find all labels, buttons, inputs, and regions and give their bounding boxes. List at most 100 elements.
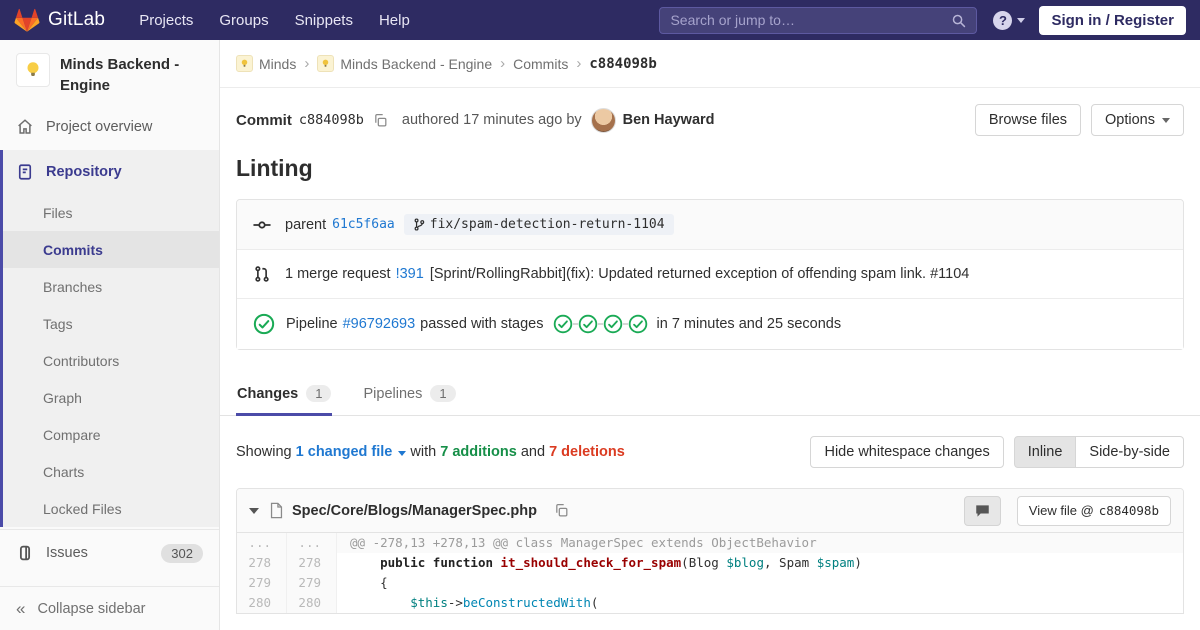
browse-files-button[interactable]: Browse files (974, 104, 1082, 136)
sidebar-item-project-overview[interactable]: Project overview (0, 106, 219, 147)
sidebar-section-repository: Repository Files Commits Branches Tags Contr… (0, 150, 219, 527)
sidebar-item-commits[interactable]: Commits (3, 231, 219, 268)
breadcrumb-item-commits[interactable]: Commits (513, 56, 568, 72)
view-file-button[interactable]: View file @ c884098b (1016, 495, 1171, 526)
old-line-number[interactable]: 279 (237, 573, 287, 593)
merge-request-row: 1 merge request !391 [Sprint/RollingRabb… (237, 249, 1183, 298)
new-line-number[interactable]: ... (287, 533, 337, 553)
help-menu[interactable]: ? (993, 10, 1026, 30)
options-button[interactable]: Options (1091, 104, 1184, 136)
tab-label: Changes (237, 385, 299, 402)
sidebar-item-graph[interactable]: Graph (3, 379, 219, 416)
sidebar-item-contributors[interactable]: Contributors (3, 342, 219, 379)
issues-count-badge: 302 (161, 543, 203, 563)
code-line: public function it_should_check_for_spam… (380, 555, 862, 570)
tab-label: Pipelines (363, 385, 423, 402)
mini-pipeline (553, 314, 648, 334)
pipeline-stage-icon[interactable] (578, 314, 598, 334)
parent-row: parent 61c5f6aa fix/spam-detection-retur… (237, 200, 1183, 249)
project-avatar-icon (317, 55, 335, 72)
help-icon: ? (993, 10, 1013, 30)
mr-title: [Sprint/RollingRabbit](fix): Updated ret… (429, 266, 970, 282)
gitlab-logo[interactable]: GitLab (14, 8, 105, 33)
file-path-link[interactable]: Spec/Core/Blogs/ManagerSpec.php (292, 503, 537, 519)
nav-link-help[interactable]: Help (367, 5, 422, 36)
breadcrumb-item-minds[interactable]: Minds (236, 55, 296, 72)
top-navbar: GitLab ProjectsGroupsSnippetsHelp ? Sign… (0, 0, 1200, 40)
additions-count: 7 additions (440, 444, 517, 460)
collapse-diff-icon[interactable] (249, 507, 259, 514)
search-icon[interactable] (951, 13, 966, 28)
old-line-number[interactable]: 280 (237, 593, 287, 613)
parent-sha-link[interactable]: 61c5f6aa (332, 217, 395, 232)
tab-pipelines[interactable]: Pipelines 1 (362, 373, 456, 416)
hide-whitespace-button[interactable]: Hide whitespace changes (810, 436, 1004, 468)
inline-view-button[interactable]: Inline (1013, 436, 1077, 468)
search-box[interactable] (659, 6, 978, 34)
sidebar-item-files[interactable]: Files (3, 194, 219, 231)
nav-link-projects[interactable]: Projects (127, 5, 205, 36)
branch-name: fix/spam-detection-return-1104 (429, 217, 665, 232)
repository-subitems: Files Commits Branches Tags Contributors Grap… (3, 194, 219, 527)
copy-icon (375, 113, 387, 126)
nav-link-groups[interactable]: Groups (207, 5, 280, 36)
old-line-number[interactable]: ... (237, 533, 287, 553)
breadcrumb-separator-icon: › (304, 55, 310, 72)
sidebar-item-issues[interactable]: Issues 302 (0, 529, 219, 576)
sidebar-item-compare[interactable]: Compare (3, 416, 219, 453)
changed-files-dropdown[interactable]: 1 changed file (296, 444, 407, 460)
branch-badge[interactable]: fix/spam-detection-return-1104 (403, 214, 674, 235)
breadcrumb-current: c884098b (589, 55, 657, 72)
project-avatar (16, 53, 50, 87)
old-line-number[interactable]: 278 (237, 553, 287, 573)
and-label: and (520, 444, 546, 460)
commit-title: Linting (236, 155, 313, 181)
mr-link[interactable]: !391 (396, 266, 424, 282)
new-line-number[interactable]: 278 (287, 553, 337, 573)
tab-changes[interactable]: Changes 1 (236, 373, 333, 416)
project-context-header[interactable]: Minds Backend - Engine (0, 40, 219, 106)
project-avatar-icon (236, 55, 253, 72)
diff-hunk-row: ...... @@ -278,13 +278,13 @@ class Manage… (237, 533, 1183, 553)
collapse-sidebar-button[interactable]: « Collapse sidebar (0, 586, 219, 630)
breadcrumb-label: Minds Backend - Engine (340, 55, 493, 72)
sidebar-item-repository[interactable]: Repository (3, 150, 219, 194)
chevron-down-icon (1017, 17, 1026, 23)
author-avatar[interactable] (590, 107, 616, 133)
view-file-label: View file @ (1028, 503, 1094, 518)
sign-in-button[interactable]: Sign in / Register (1039, 5, 1186, 35)
search-input[interactable] (670, 12, 952, 28)
commit-header: Commit c884098b authored 17 minutes ago … (220, 88, 1200, 140)
pipeline-link[interactable]: #96792693 (343, 316, 416, 332)
author-name[interactable]: Ben Hayward (623, 112, 715, 128)
breadcrumb-separator-icon: › (576, 55, 582, 72)
merge-request-icon (253, 264, 273, 284)
pipeline-label: Pipeline (286, 316, 338, 332)
document-icon (18, 164, 32, 180)
pipeline-stage-icon[interactable] (553, 314, 573, 334)
new-line-number[interactable]: 280 (287, 593, 337, 613)
sidebar-item-locked-files[interactable]: Locked Files (3, 490, 219, 527)
side-by-side-view-button[interactable]: Side-by-side (1076, 436, 1184, 468)
pipeline-stage-icon[interactable] (603, 314, 623, 334)
copy-sha-button[interactable] (364, 113, 388, 128)
commit-tabs: Changes 1 Pipelines 1 (220, 373, 1200, 416)
options-label: Options (1105, 112, 1155, 128)
breadcrumb-item-minds-backend-engine[interactable]: Minds Backend - Engine (317, 55, 492, 72)
sidebar-item-tags[interactable]: Tags (3, 305, 219, 342)
sidebar-item-charts[interactable]: Charts (3, 453, 219, 490)
code-line: { (350, 575, 388, 590)
pipeline-stage-icon[interactable] (628, 314, 648, 334)
issues-icon (19, 545, 31, 561)
copy-path-button[interactable] (545, 503, 569, 518)
showing-label: Showing (236, 444, 292, 460)
diff-view-controls: Hide whitespace changes Inline Side-by-s… (810, 436, 1184, 468)
commit-label: Commit (236, 111, 292, 129)
sidebar-item-label: Issues (46, 545, 88, 561)
sidebar-item-branches[interactable]: Branches (3, 268, 219, 305)
authored-text: authored 17 minutes ago by (401, 112, 582, 128)
nav-link-snippets[interactable]: Snippets (283, 5, 365, 36)
toggle-comments-button[interactable] (963, 495, 1001, 526)
new-line-number[interactable]: 279 (287, 573, 337, 593)
diff-file-header: Spec/Core/Blogs/ManagerSpec.php View fil… (237, 489, 1183, 533)
